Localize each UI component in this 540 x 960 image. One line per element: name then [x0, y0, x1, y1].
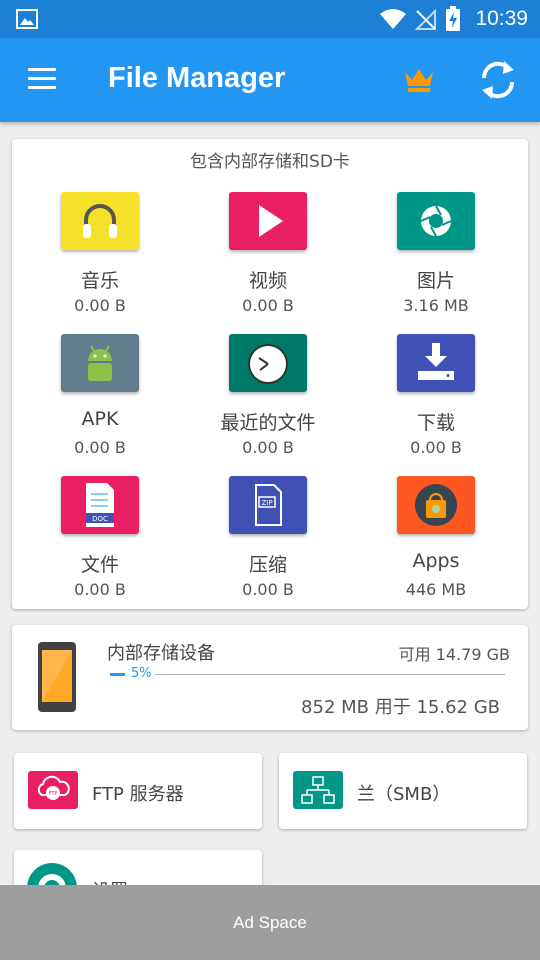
category-size: 3.16 MB [403, 296, 469, 315]
apps-icon [397, 476, 475, 534]
document-icon: DOC [61, 476, 139, 534]
svg-text:ZIP: ZIP [261, 499, 272, 507]
storage-name: 内部存储设备 [107, 643, 215, 664]
category-size: 0.00 B [410, 438, 462, 457]
app-title: File Manager [108, 62, 286, 94]
headphones-icon [61, 192, 139, 250]
crown-icon[interactable] [403, 66, 435, 94]
category-name: 压缩 [248, 554, 287, 576]
storage-used: 852 MB 用于 15.62 GB [301, 697, 500, 718]
category-size: 0.00 B [242, 296, 294, 315]
category-name: 图片 [416, 270, 455, 292]
ftp-label: FTP 服务器 [92, 784, 184, 805]
smb-lan-button[interactable]: 兰（SMB） [279, 753, 527, 829]
storage-percent: 5% [131, 666, 152, 681]
ftp-server-button[interactable]: FTP FTP 服务器 [14, 753, 262, 829]
status-bar: 10:39 [0, 0, 540, 38]
menu-icon[interactable] [28, 68, 56, 90]
category-size: 0.00 B [74, 438, 126, 457]
category-card: 包含内部存储和SD卡 音乐 0.00 B 视频 0.00 B 图片 3.16 M… [12, 139, 528, 609]
refresh-icon[interactable] [478, 58, 518, 102]
ftp-cloud-icon: FTP [28, 771, 78, 809]
category-name: 最近的文件 [220, 412, 316, 434]
smb-label: 兰（SMB） [357, 784, 451, 805]
svg-text:FTP: FTP [49, 791, 58, 797]
storage-usage-track [155, 674, 505, 675]
no-signal-icon [415, 8, 437, 30]
category-documents[interactable]: DOC 文件 0.00 B [12, 476, 180, 616]
category-recent-files[interactable]: 最近的文件 0.00 B [180, 334, 348, 474]
category-size: 0.00 B [74, 296, 126, 315]
category-name: 视频 [248, 270, 287, 292]
clock-icon [229, 334, 307, 392]
gallery-notification-icon [16, 9, 38, 29]
phone-icon [38, 642, 76, 712]
play-icon [229, 192, 307, 250]
category-name: 音乐 [80, 270, 119, 292]
category-apk[interactable]: APK 0.00 B [12, 334, 180, 474]
category-size: 446 MB [405, 580, 467, 599]
category-name: APK [81, 408, 119, 430]
category-name: 文件 [80, 554, 119, 576]
download-icon [397, 334, 475, 392]
ad-banner[interactable]: Ad Space [0, 885, 540, 960]
category-size: 0.00 B [242, 580, 294, 599]
category-size: 0.00 B [242, 438, 294, 457]
clock-time: 10:39 [475, 7, 528, 30]
android-icon [61, 334, 139, 392]
category-downloads[interactable]: 下载 0.00 B [348, 334, 516, 474]
ad-label: Ad Space [233, 913, 307, 932]
svg-text:DOC: DOC [92, 515, 108, 523]
category-name: 下载 [416, 412, 455, 434]
category-archives[interactable]: ZIP 压缩 0.00 B [180, 476, 348, 616]
network-icon [293, 771, 343, 809]
camera-shutter-icon [397, 192, 475, 250]
wifi-icon [380, 9, 407, 29]
category-music[interactable]: 音乐 0.00 B [12, 192, 180, 332]
app-bar: File Manager [0, 38, 540, 122]
internal-storage-card[interactable]: 内部存储设备 可用 14.79 GB 5% 852 MB 用于 15.62 GB [12, 625, 528, 730]
zip-icon: ZIP [229, 476, 307, 534]
storage-scope-heading: 包含内部存储和SD卡 [190, 152, 350, 172]
battery-charging-icon [446, 6, 461, 31]
category-video[interactable]: 视频 0.00 B [180, 192, 348, 332]
storage-available: 可用 14.79 GB [398, 645, 510, 664]
storage-usage-fill [110, 673, 125, 676]
category-apps[interactable]: Apps 446 MB [348, 476, 516, 616]
category-name: Apps [412, 550, 460, 572]
category-images[interactable]: 图片 3.16 MB [348, 192, 516, 332]
category-size: 0.00 B [74, 580, 126, 599]
